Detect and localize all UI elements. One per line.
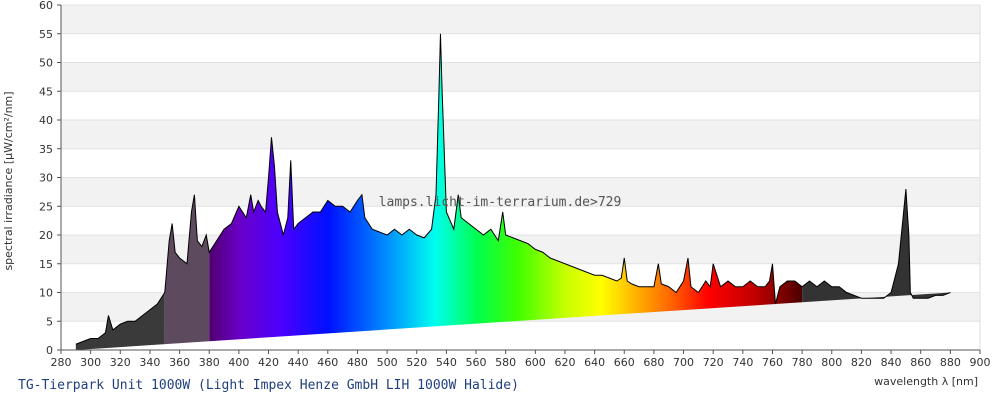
x-tick-label: 700 — [673, 356, 694, 369]
x-tick-label: 760 — [762, 356, 783, 369]
y-tick-label: 50 — [39, 57, 53, 70]
x-tick-label: 320 — [110, 356, 131, 369]
x-tick-label: 440 — [288, 356, 309, 369]
x-tick-label: 400 — [228, 356, 249, 369]
x-axis-label: wavelength λ [nm] — [874, 375, 978, 388]
y-axis-label: spectral irradiance [µW/cm²/nm] — [2, 91, 15, 270]
x-tick-label: 280 — [51, 356, 72, 369]
x-tick-label: 860 — [910, 356, 931, 369]
grid-band — [61, 5, 980, 34]
y-tick-label: 25 — [39, 200, 53, 213]
grid-band — [61, 62, 980, 92]
y-tick-label: 45 — [39, 85, 53, 98]
y-tick-label: 55 — [39, 28, 53, 41]
x-axis: 280 300 320 340 360 380 400 420 440 460 480 500 520 5… — [51, 349, 991, 369]
x-tick-label: 740 — [732, 356, 753, 369]
x-tick-label: 680 — [643, 356, 664, 369]
x-tick-label: 560 — [466, 356, 487, 369]
y-tick-label: 60 — [39, 0, 53, 12]
x-tick-label: 460 — [317, 356, 338, 369]
x-tick-label: 720 — [703, 356, 724, 369]
y-tick-label: 40 — [39, 114, 53, 127]
y-tick-label: 0 — [46, 344, 53, 357]
x-tick-label: 520 — [406, 356, 427, 369]
grid-band — [61, 206, 980, 235]
grid-band — [61, 33, 980, 63]
spectrum-chart: 280 300 320 340 360 380 400 420 440 460 480 500 520 5… — [2, 0, 991, 393]
x-tick-label: 360 — [169, 356, 190, 369]
x-tick-label: 480 — [347, 356, 368, 369]
x-tick-label: 840 — [881, 356, 902, 369]
x-tick-label: 900 — [970, 356, 991, 369]
x-tick-label: 780 — [792, 356, 813, 369]
grid-band — [61, 91, 980, 120]
grid-band — [61, 120, 980, 149]
x-tick-label: 420 — [258, 356, 279, 369]
y-tick-label: 30 — [39, 172, 53, 185]
watermark-text: lamps.licht-im-terrarium.de>729 — [379, 195, 622, 210]
grid-band — [61, 148, 980, 178]
x-tick-label: 500 — [377, 356, 398, 369]
x-tick-label: 800 — [821, 356, 842, 369]
chart-caption: TG-Tierpark Unit 1000W (Light Impex Henz… — [18, 378, 519, 393]
x-tick-label: 540 — [436, 356, 457, 369]
x-tick-label: 660 — [614, 356, 635, 369]
y-tick-label: 10 — [39, 287, 53, 300]
x-tick-label: 300 — [80, 356, 101, 369]
x-tick-label: 580 — [495, 356, 516, 369]
y-tick-label: 5 — [46, 315, 53, 328]
x-tick-label: 820 — [851, 356, 872, 369]
x-tick-label: 380 — [199, 356, 220, 369]
y-tick-label: 20 — [39, 229, 53, 242]
x-tick-label: 600 — [525, 356, 546, 369]
x-tick-label: 640 — [584, 356, 605, 369]
y-tick-label: 35 — [39, 143, 53, 156]
y-axis: 0 5 10 15 20 25 30 35 40 45 50 55 60 — [39, 0, 62, 357]
x-tick-label: 880 — [940, 356, 961, 369]
x-tick-label: 620 — [554, 356, 575, 369]
y-tick-label: 15 — [39, 258, 53, 271]
x-tick-label: 340 — [139, 356, 160, 369]
